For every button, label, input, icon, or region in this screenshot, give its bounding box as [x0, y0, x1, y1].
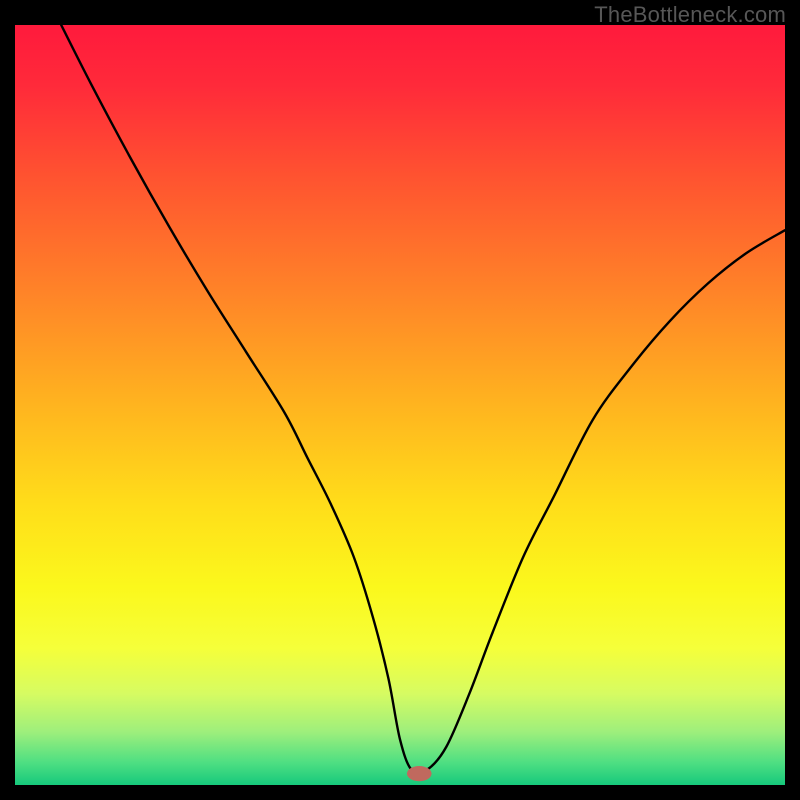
bottleneck-chart — [15, 25, 785, 785]
chart-frame: TheBottleneck.com — [0, 0, 800, 800]
plot-area — [15, 25, 785, 785]
chart-background — [15, 25, 785, 785]
watermark-text: TheBottleneck.com — [594, 2, 786, 28]
optimal-point-marker — [407, 766, 432, 781]
